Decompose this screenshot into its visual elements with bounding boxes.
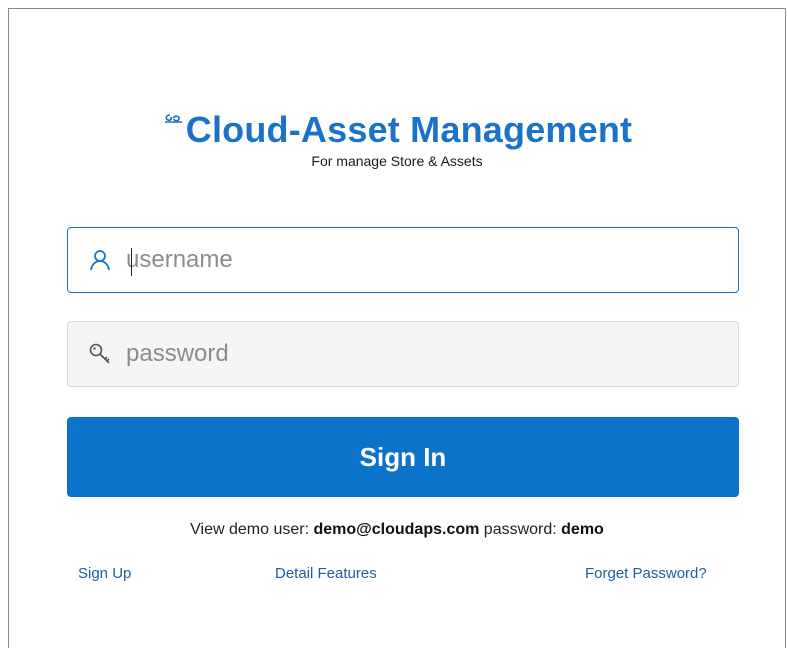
password-field[interactable] [67, 321, 739, 387]
brand-title-line: Cloud-Asset Management [162, 109, 632, 151]
sign-in-button[interactable]: Sign In [67, 417, 739, 497]
demo-user: demo@cloudaps.com [313, 521, 480, 538]
forget-password-link[interactable]: Forget Password? [585, 565, 707, 582]
password-input[interactable] [126, 340, 706, 368]
brand-header: Cloud-Asset Management For manage Store … [9, 109, 785, 169]
cloud-link-icon [164, 114, 182, 123]
demo-password: demo [561, 521, 604, 538]
app-subtitle: For manage Store & Assets [311, 153, 483, 169]
demo-credentials: View demo user: demo@cloudaps.com passwo… [9, 521, 785, 539]
sign-up-link[interactable]: Sign Up [78, 565, 131, 582]
detail-features-link[interactable]: Detail Features [275, 565, 377, 582]
app-title: Cloud-Asset Management [185, 109, 633, 150]
login-panel: Cloud-Asset Management For manage Store … [8, 8, 786, 648]
demo-prefix: View demo user: [190, 521, 314, 538]
username-input[interactable] [126, 246, 706, 274]
demo-password-label: password: [479, 521, 562, 538]
user-icon [90, 250, 110, 271]
key-icon [89, 343, 110, 364]
text-cursor [131, 248, 132, 276]
username-field[interactable] [67, 227, 739, 293]
